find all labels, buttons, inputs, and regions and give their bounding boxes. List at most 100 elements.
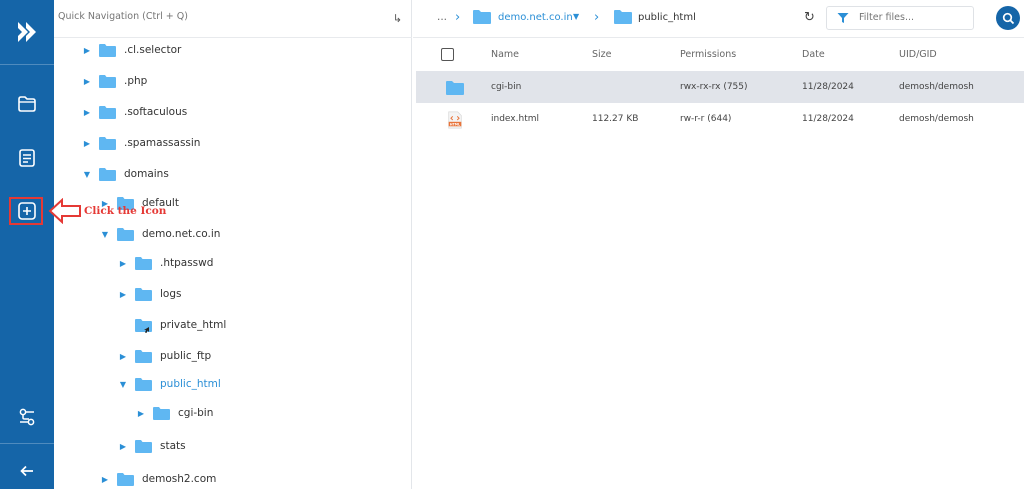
connections-button[interactable] — [15, 405, 39, 429]
caret-down-icon[interactable]: ▼ — [82, 170, 92, 179]
chevron-down-icon[interactable]: ▼ — [573, 12, 579, 21]
file-list-panel: ... › demo.net.co.in ▼ › public_html ↻ N… — [413, 0, 1024, 489]
folder-outline-icon — [18, 96, 36, 112]
folder-icon — [153, 406, 170, 420]
tree-node[interactable]: ▶ public_ftp — [118, 345, 211, 367]
tree-node[interactable]: ▶ cgi-bin — [136, 402, 213, 424]
folder-icon — [117, 472, 134, 486]
annotation-label: Click the Icon — [84, 205, 167, 217]
table-row[interactable]: cgi-bin rwx-rx-rx (755) 11/28/2024 demosh/d… — [416, 71, 1024, 103]
tree-node-label: public_ftp — [160, 350, 212, 362]
quick-navigation-input[interactable] — [58, 11, 358, 22]
folder-tree-panel: ↳ ▶ .cl.selector ▶ .php ▶ .softaculous ▶ .spama… — [54, 0, 412, 489]
folder-icon — [99, 136, 116, 150]
tree-node[interactable]: ▶ .spamassassin — [82, 132, 200, 154]
tree-node[interactable]: ▶ logs — [118, 283, 181, 305]
arrow-left-icon — [20, 465, 33, 477]
header-size[interactable]: Size — [592, 49, 612, 60]
folder-icon — [135, 287, 152, 301]
caret-down-icon[interactable]: ▼ — [118, 380, 128, 389]
folder-icon — [135, 439, 152, 453]
tree-node[interactable]: ▶ .htpasswd — [118, 252, 213, 274]
folder-icon — [135, 256, 152, 270]
header-date[interactable]: Date — [802, 49, 825, 60]
caret-right-icon[interactable]: ▶ — [82, 139, 92, 148]
breadcrumb-ellipsis[interactable]: ... — [437, 11, 447, 23]
tree-node[interactable]: ▶ .softaculous — [82, 101, 187, 123]
caret-right-icon[interactable]: ▶ — [82, 46, 92, 55]
caret-right-icon[interactable]: ▶ — [136, 409, 146, 418]
caret-right-icon[interactable]: ▶ — [118, 290, 128, 299]
enter-arrow-icon[interactable]: ↳ — [393, 12, 402, 25]
folder-icon — [135, 349, 152, 363]
tree-node-label: cgi-bin — [178, 407, 214, 419]
document-icon — [19, 149, 35, 167]
back-button[interactable] — [15, 459, 39, 483]
html-file-icon: HTML — [448, 111, 462, 129]
breadcrumb-parent[interactable]: demo.net.co.in — [498, 12, 573, 23]
cell-permissions: rwx-rx-rx (755) — [680, 82, 748, 92]
tree-node[interactable]: ▶ .php — [82, 70, 147, 92]
folder-icon — [135, 318, 152, 333]
table-header: Name Size Permissions Date UID/GID — [413, 38, 1024, 70]
refresh-icon[interactable]: ↻ — [804, 10, 815, 25]
cell-permissions: rw-r-r (644) — [680, 114, 732, 124]
rail-divider — [0, 64, 54, 65]
cell-date: 11/28/2024 — [802, 114, 854, 124]
tree-node[interactable]: ▶ .cl.selector — [82, 39, 181, 61]
select-all-checkbox[interactable] — [441, 48, 454, 61]
caret-right-icon[interactable]: ▶ — [118, 442, 128, 451]
caret-down-icon[interactable]: ▼ — [100, 230, 110, 239]
tree-node-label: stats — [160, 440, 186, 452]
tree-node-label: private_html — [160, 319, 227, 331]
tree-node[interactable]: ▶ demosh2.com — [100, 468, 216, 489]
left-rail — [0, 0, 54, 489]
app-logo-icon[interactable] — [13, 18, 41, 46]
nodes-icon — [19, 408, 35, 426]
path-toolbar: ... › demo.net.co.in ▼ › public_html ↻ — [413, 0, 1024, 38]
caret-right-icon[interactable]: ▶ — [82, 108, 92, 117]
chevron-right-icon: › — [594, 10, 600, 25]
breadcrumb-current[interactable]: public_html — [638, 12, 696, 23]
filter-funnel-icon — [837, 13, 849, 23]
cell-name: cgi-bin — [491, 82, 522, 92]
tree-node[interactable]: private_html — [118, 314, 226, 336]
filter-input[interactable] — [859, 12, 969, 23]
folder-icon — [99, 43, 116, 57]
svg-text:HTML: HTML — [450, 122, 460, 126]
header-permissions[interactable]: Permissions — [680, 49, 736, 60]
rail-divider-bottom — [0, 443, 54, 444]
caret-right-icon[interactable]: ▶ — [100, 475, 110, 484]
table-row[interactable]: HTML index.html 112.27 KB rw-r-r (644) 11/28… — [416, 103, 1024, 135]
folder-icon — [135, 377, 152, 391]
folder-icon — [473, 10, 491, 24]
header-name[interactable]: Name — [491, 49, 519, 60]
caret-right-icon[interactable]: ▶ — [118, 259, 128, 268]
tree-node[interactable]: ▼ demo.net.co.in — [100, 223, 220, 245]
cell-uid-gid: demosh/demosh — [899, 82, 974, 92]
folder-icon — [117, 227, 134, 241]
documents-button[interactable] — [15, 146, 39, 170]
tree-node-label: .softaculous — [124, 106, 188, 118]
annotation-highlight-box — [9, 197, 43, 225]
quick-navigation-bar: ↳ — [54, 0, 412, 38]
tree-node-label: domains — [124, 168, 169, 180]
header-uid-gid[interactable]: UID/GID — [899, 49, 937, 60]
caret-right-icon[interactable]: ▶ — [82, 77, 92, 86]
cell-name: index.html — [491, 114, 539, 124]
filter-field — [826, 6, 974, 30]
folder-icon — [446, 81, 464, 95]
folder-icon — [614, 10, 632, 24]
files-button[interactable] — [15, 92, 39, 116]
caret-right-icon[interactable]: ▶ — [118, 352, 128, 361]
search-button[interactable] — [996, 6, 1020, 30]
cell-date: 11/28/2024 — [802, 82, 854, 92]
tree-node-label: .htpasswd — [160, 257, 214, 269]
annotation-arrow-icon — [48, 198, 81, 224]
cell-size: 112.27 KB — [592, 114, 639, 124]
tree-node[interactable]: ▼ public_html — [118, 373, 221, 395]
tree-node[interactable]: ▶ stats — [118, 435, 186, 457]
folder-icon — [99, 167, 116, 181]
chevron-right-icon: › — [455, 10, 461, 25]
tree-node[interactable]: ▼ domains — [82, 163, 169, 185]
